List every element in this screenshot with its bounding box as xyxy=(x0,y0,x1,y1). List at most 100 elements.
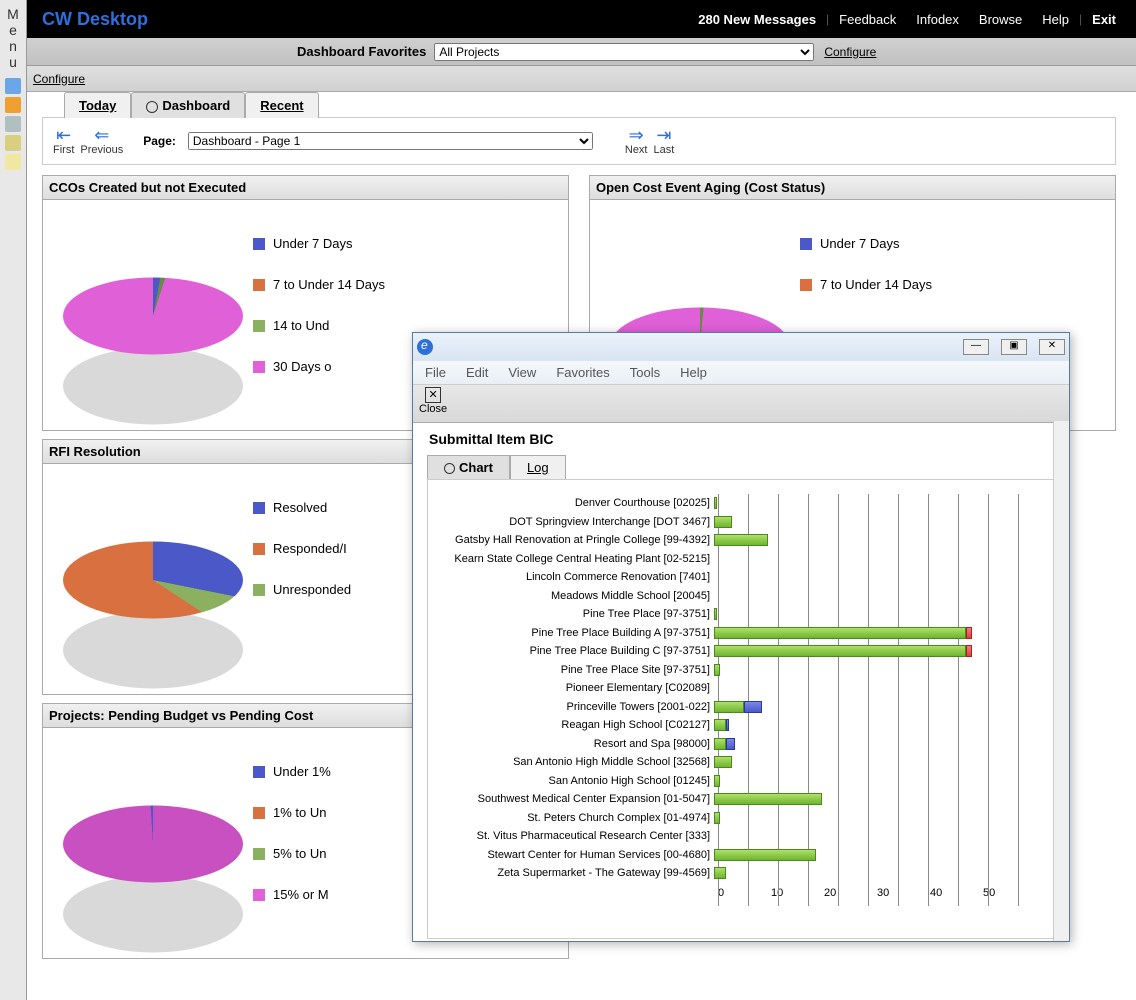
bar-label: Stewart Center for Human Services [00-46… xyxy=(434,849,714,861)
bar-segment-green xyxy=(714,793,822,805)
popup-tab-chart[interactable]: Chart xyxy=(427,455,510,479)
menu-view[interactable]: View xyxy=(508,365,536,380)
bar-segment-green xyxy=(714,738,726,750)
popup-tabs: Chart Log xyxy=(427,455,1069,479)
popup-scrollbar[interactable] xyxy=(1053,421,1069,941)
nav-previous[interactable]: ⇐Previous xyxy=(80,126,123,156)
bar-segment-green xyxy=(714,608,717,620)
left-menu-strip: Menu xyxy=(0,0,27,1000)
search-icon[interactable] xyxy=(5,116,21,132)
bar-label: Resort and Spa [98000] xyxy=(434,738,714,750)
popup-titlebar[interactable]: — ▣ ✕ xyxy=(413,333,1069,361)
bar-label: Kearn State College Central Heating Plan… xyxy=(434,553,714,565)
bar-label: St. Vitus Pharmaceutical Research Center… xyxy=(434,830,714,842)
nav-last[interactable]: ⇥Last xyxy=(654,126,675,156)
bar-segment-green xyxy=(714,664,720,676)
bar-segment-green xyxy=(714,534,768,546)
bar-label: Zeta Supermarket - The Gateway [99-4569] xyxy=(434,867,714,879)
bar-segment-green xyxy=(714,645,966,657)
page-label: Page: xyxy=(143,134,176,148)
bar-segment-green xyxy=(714,701,744,713)
menu-file[interactable]: File xyxy=(425,365,446,380)
bar-segment-blue xyxy=(744,701,762,713)
tab-dashboard[interactable]: Dashboard xyxy=(131,92,245,118)
bar-label: Pine Tree Place Building C [97-3751] xyxy=(434,645,714,657)
tab-today[interactable]: Today xyxy=(64,92,131,118)
minimize-button[interactable]: — xyxy=(963,339,989,355)
bar-label: San Antonio High Middle School [32568] xyxy=(434,756,714,768)
popup-tab-log[interactable]: Log xyxy=(510,455,566,479)
rfi-pie xyxy=(63,542,243,619)
help-link[interactable]: Help xyxy=(1042,12,1069,27)
bar-segment-red xyxy=(966,645,972,657)
toolbar-close-button[interactable]: ✕Close xyxy=(419,387,447,415)
popup-window: — ▣ ✕ File Edit View Favorites Tools Hel… xyxy=(412,332,1070,942)
topbar: CW Desktop 280 New Messages | Feedback I… xyxy=(27,0,1136,38)
widget-open-cost-title: Open Cost Event Aging (Cost Status) xyxy=(590,176,1115,200)
main-tabs: Today Dashboard Recent xyxy=(64,92,1116,118)
favorites-select[interactable]: All Projects xyxy=(434,43,814,61)
bar-label: Denver Courthouse [02025] xyxy=(434,497,714,509)
bar-label: Meadows Middle School [20045] xyxy=(434,590,714,602)
configure-link-2[interactable]: Configure xyxy=(33,72,85,86)
bar-label: Pioneer Elementary [C02089] xyxy=(434,682,714,694)
menu-help[interactable]: Help xyxy=(680,365,707,380)
infodex-link[interactable]: Infodex xyxy=(916,12,959,27)
bar-label: Gatsby Hall Renovation at Pringle Colleg… xyxy=(434,534,714,546)
nav-first[interactable]: ⇤First xyxy=(53,126,74,156)
mail-icon[interactable] xyxy=(5,154,21,170)
feedback-link[interactable]: Feedback xyxy=(839,12,896,27)
bar-label: Lincoln Commerce Renovation [7401] xyxy=(434,571,714,583)
bar-segment-red xyxy=(966,627,972,639)
clock-icon xyxy=(146,101,158,113)
page-select[interactable]: Dashboard - Page 1 xyxy=(188,132,593,150)
bar-label: Reagan High School [C02127] xyxy=(434,719,714,731)
bar-segment-green xyxy=(714,516,732,528)
brand: CW Desktop xyxy=(42,9,148,30)
maximize-button[interactable]: ▣ xyxy=(1001,339,1027,355)
bar-label: Pine Tree Place Site [97-3751] xyxy=(434,664,714,676)
messages-link[interactable]: 280 New Messages xyxy=(698,12,816,27)
bar-label: St. Peters Church Complex [01-4974] xyxy=(434,812,714,824)
bar-segment-green xyxy=(714,867,726,879)
exit-link[interactable]: Exit xyxy=(1092,12,1116,27)
popup-toolbar: ✕Close xyxy=(413,385,1069,423)
bar-label: Pine Tree Place Building A [97-3751] xyxy=(434,627,714,639)
bar-label: Princeville Towers [2001-022] xyxy=(434,701,714,713)
star-icon[interactable] xyxy=(5,97,21,113)
bar-segment-green xyxy=(714,497,717,509)
bar-label: DOT Springview Interchange [DOT 3467] xyxy=(434,516,714,528)
doc-icon[interactable] xyxy=(5,135,21,151)
popup-menubar: File Edit View Favorites Tools Help xyxy=(413,361,1069,385)
browse-link[interactable]: Browse xyxy=(979,12,1022,27)
bar-segment-green xyxy=(714,719,726,731)
nav-next[interactable]: ⇒Next xyxy=(625,126,648,156)
bar-label: San Antonio High School [01245] xyxy=(434,775,714,787)
tab-recent[interactable]: Recent xyxy=(245,92,318,118)
menu-favorites[interactable]: Favorites xyxy=(556,365,609,380)
close-window-button[interactable]: ✕ xyxy=(1039,339,1065,355)
bar-segment-blue xyxy=(726,719,729,731)
clock-icon xyxy=(444,463,455,474)
page-nav: ⇤First ⇐Previous Page: Dashboard - Page … xyxy=(42,117,1116,165)
ccos-pie xyxy=(63,278,243,355)
favorites-label: Dashboard Favorites xyxy=(297,44,426,59)
bar-segment-green xyxy=(714,775,720,787)
configure-link-1[interactable]: Configure xyxy=(824,45,876,59)
popup-title: Submittal Item BIC xyxy=(413,423,1069,455)
projects-pie xyxy=(63,806,243,883)
bar-segment-blue xyxy=(726,738,735,750)
list-icon[interactable] xyxy=(5,78,21,94)
menu-edit[interactable]: Edit xyxy=(466,365,488,380)
bar-label: Southwest Medical Center Expansion [01-5… xyxy=(434,793,714,805)
ie-icon xyxy=(417,339,433,355)
bar-segment-green xyxy=(714,756,732,768)
dashboard-ribbon: Dashboard Favorites All Projects Configu… xyxy=(27,38,1136,66)
bar-segment-green xyxy=(714,627,966,639)
popup-chart: Denver Courthouse [02025] DOT Springview … xyxy=(427,479,1055,939)
widget-ccos-title: CCOs Created but not Executed xyxy=(43,176,568,200)
menu-label[interactable]: Menu xyxy=(0,6,26,70)
bar-label: Pine Tree Place [97-3751] xyxy=(434,608,714,620)
bar-segment-green xyxy=(714,812,720,824)
menu-tools[interactable]: Tools xyxy=(630,365,660,380)
